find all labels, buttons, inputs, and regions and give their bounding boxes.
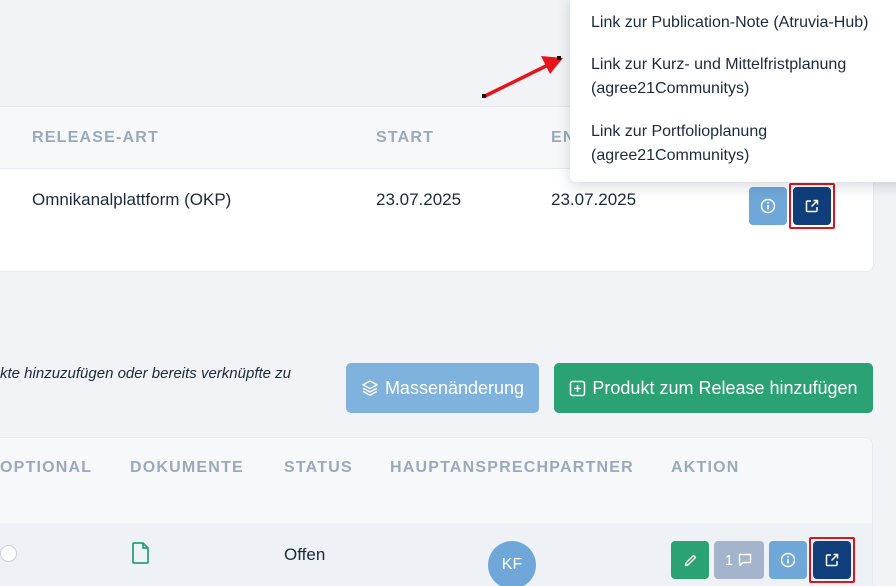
add-product-button[interactable]: Produkt zum Release hinzufügen — [554, 363, 873, 413]
release-start-value: 23.07.2025 — [376, 190, 462, 209]
column-header-action: AKTION — [671, 459, 740, 476]
mass-change-label: Massenänderung — [384, 377, 525, 398]
product-external-link-button[interactable] — [813, 541, 851, 579]
comment-count: 1 — [724, 551, 734, 569]
status-value: Offen — [284, 545, 326, 564]
layers-icon — [362, 380, 378, 396]
mass-change-button[interactable]: Massenänderung — [346, 363, 539, 413]
edit-button[interactable] — [671, 541, 709, 579]
avatar: KF — [488, 541, 536, 586]
column-header-status: STATUS — [284, 459, 353, 476]
column-header-main-contact: HAUPTANSPRECHPARTNER — [390, 459, 634, 476]
info-icon — [780, 552, 796, 568]
toolbar-hint-text: kte hinzuzufügen oder bereits verknüpfte… — [0, 365, 292, 382]
comment-icon — [738, 553, 752, 567]
external-link-icon — [825, 553, 839, 567]
plus-square-icon — [570, 380, 586, 396]
menu-item-short-mid-term-planning[interactable]: Link zur Kurz- und Mittelfristplanung (a… — [591, 53, 891, 101]
external-link-icon — [805, 199, 819, 213]
file-icon[interactable] — [131, 541, 151, 565]
column-header-optional: OPTIONAL — [0, 459, 93, 476]
add-product-label: Produkt zum Release hinzufügen — [592, 377, 858, 398]
release-end-value: 23.07.2025 — [551, 190, 637, 209]
release-external-link-button[interactable] — [793, 187, 831, 225]
page: RELEASE-ART START EN Omnikanalplattform … — [0, 0, 896, 586]
comments-button[interactable]: 1 — [714, 541, 764, 579]
product-info-button[interactable] — [769, 541, 807, 579]
products-table-header — [0, 438, 872, 523]
pencil-icon — [684, 554, 696, 566]
avatar-initials: KF — [501, 556, 523, 573]
column-header-release-type: RELEASE-ART — [32, 129, 159, 146]
release-info-button[interactable] — [749, 187, 787, 225]
external-links-menu: Link zur Publication-Note (Atruvia-Hub) … — [570, 0, 896, 182]
column-header-start: START — [376, 129, 435, 146]
column-header-documents: DOKUMENTE — [130, 459, 244, 476]
release-type-value: Omnikanalplattform (OKP) — [32, 190, 232, 209]
menu-item-publication-note[interactable]: Link zur Publication-Note (Atruvia-Hub) — [591, 11, 891, 35]
info-icon — [760, 198, 776, 214]
optional-radio[interactable] — [0, 545, 17, 562]
menu-item-portfolio-planning[interactable]: Link zur Portfolioplanung (agree21Commun… — [591, 120, 891, 168]
